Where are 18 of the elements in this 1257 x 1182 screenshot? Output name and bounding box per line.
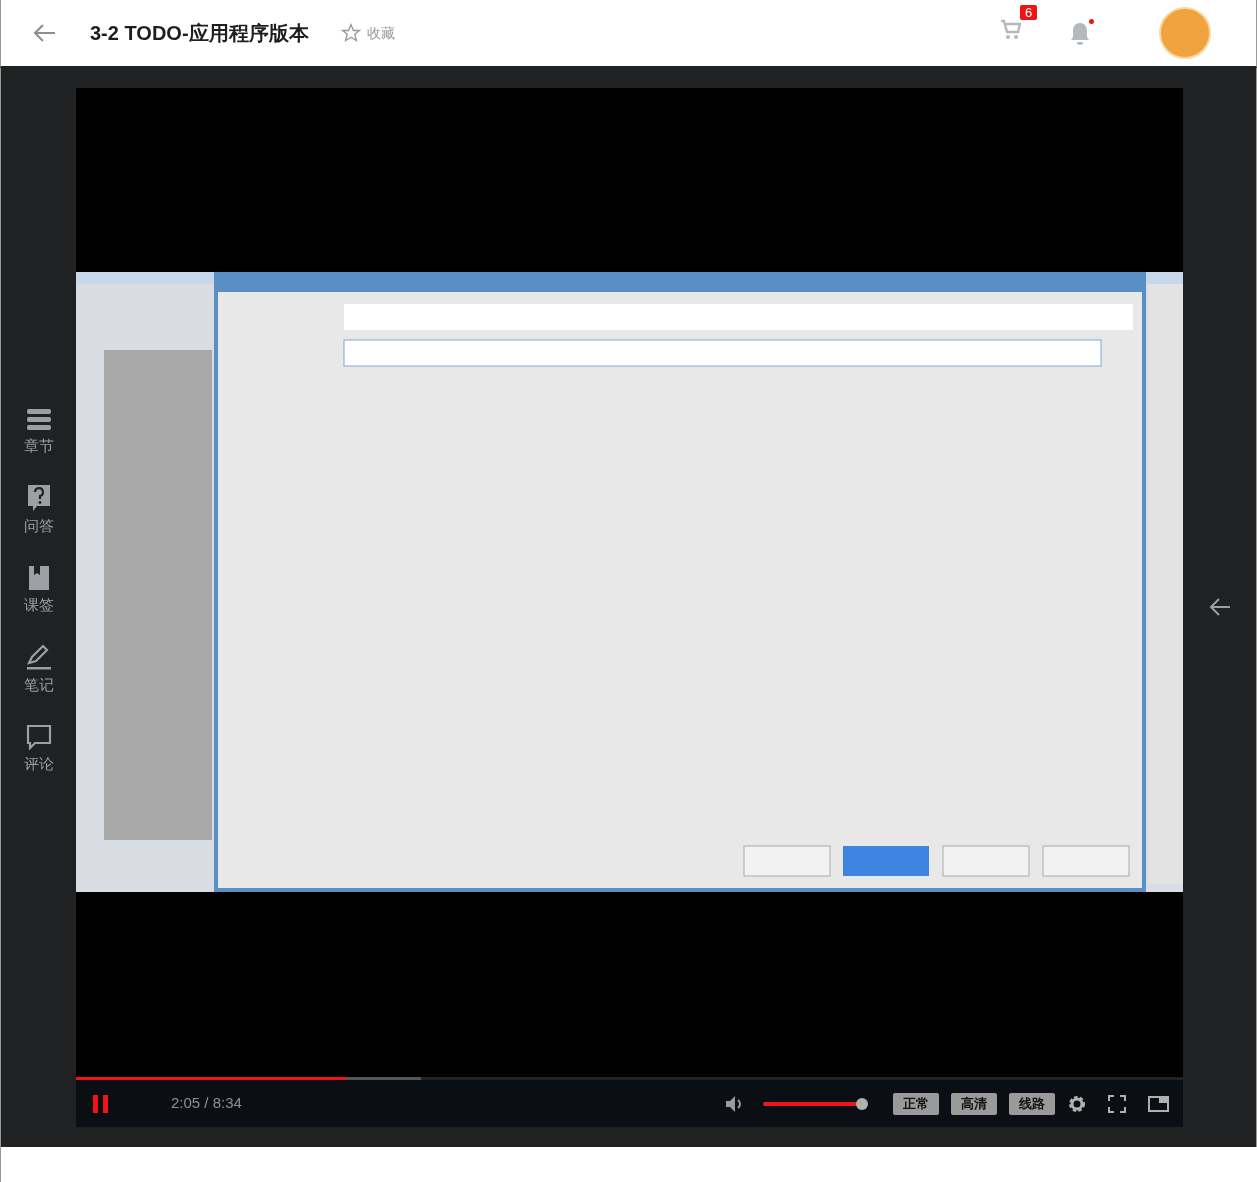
cart-count-badge: 6 xyxy=(1020,4,1038,20)
settings-icon[interactable] xyxy=(1068,1094,1086,1113)
mini-player-icon[interactable] xyxy=(1148,1095,1169,1112)
page-title: 3-2 TODO-应用程序版本 xyxy=(90,21,309,46)
volume-thumb[interactable] xyxy=(856,1097,868,1110)
player-option-button[interactable]: 线路 xyxy=(1009,1092,1055,1115)
pause-button[interactable] xyxy=(93,1094,109,1113)
sidebar-item[interactable]: 笔记 xyxy=(13,640,64,696)
time-display: 2:05 / 8:34 xyxy=(171,1093,242,1114)
collapse-arrow-icon[interactable] xyxy=(1208,597,1231,617)
sidebar-item[interactable]: 课签 xyxy=(13,561,64,617)
sidebar-item[interactable]: 问答 xyxy=(13,481,64,537)
fullscreen-icon[interactable] xyxy=(1108,1094,1126,1113)
player-option-button[interactable]: 正常 xyxy=(893,1092,939,1115)
player-option-button[interactable]: 高清 xyxy=(951,1092,997,1115)
sidebar-item[interactable]: 评论 xyxy=(13,720,64,776)
sidebar-item[interactable]: 章节 xyxy=(13,402,64,458)
star-icon xyxy=(340,23,361,43)
